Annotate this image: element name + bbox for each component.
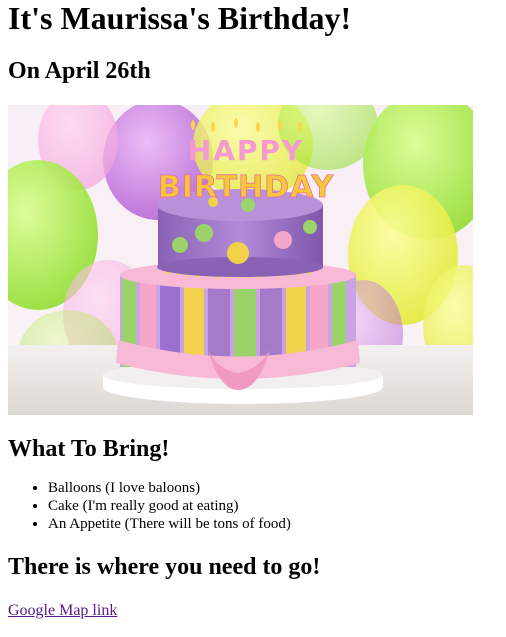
page-title: It's Maurissa's Birthday!: [8, 0, 352, 36]
page: It's Maurissa's Birthday! On April 26th: [0, 0, 506, 620]
cake-candles-birthday: BIRTHDAY: [158, 170, 335, 205]
directions-heading: There is where you need to go!: [8, 554, 321, 580]
cake-candles-happy: HAPPY: [188, 134, 304, 167]
date-heading: On April 26th: [8, 58, 151, 84]
list-item: Balloons (I love baloons): [48, 479, 498, 497]
google-map-link[interactable]: Google Map link: [8, 601, 117, 620]
bring-heading: What To Bring!: [8, 436, 170, 462]
bring-list: Balloons (I love baloons) Cake (I'm real…: [8, 479, 498, 533]
list-item: Cake (I'm really good at eating): [48, 497, 498, 515]
list-item: An Appetite (There will be tons of food): [48, 515, 498, 533]
birthday-cake-image: HAPPY BIRTHDAY: [8, 105, 473, 415]
